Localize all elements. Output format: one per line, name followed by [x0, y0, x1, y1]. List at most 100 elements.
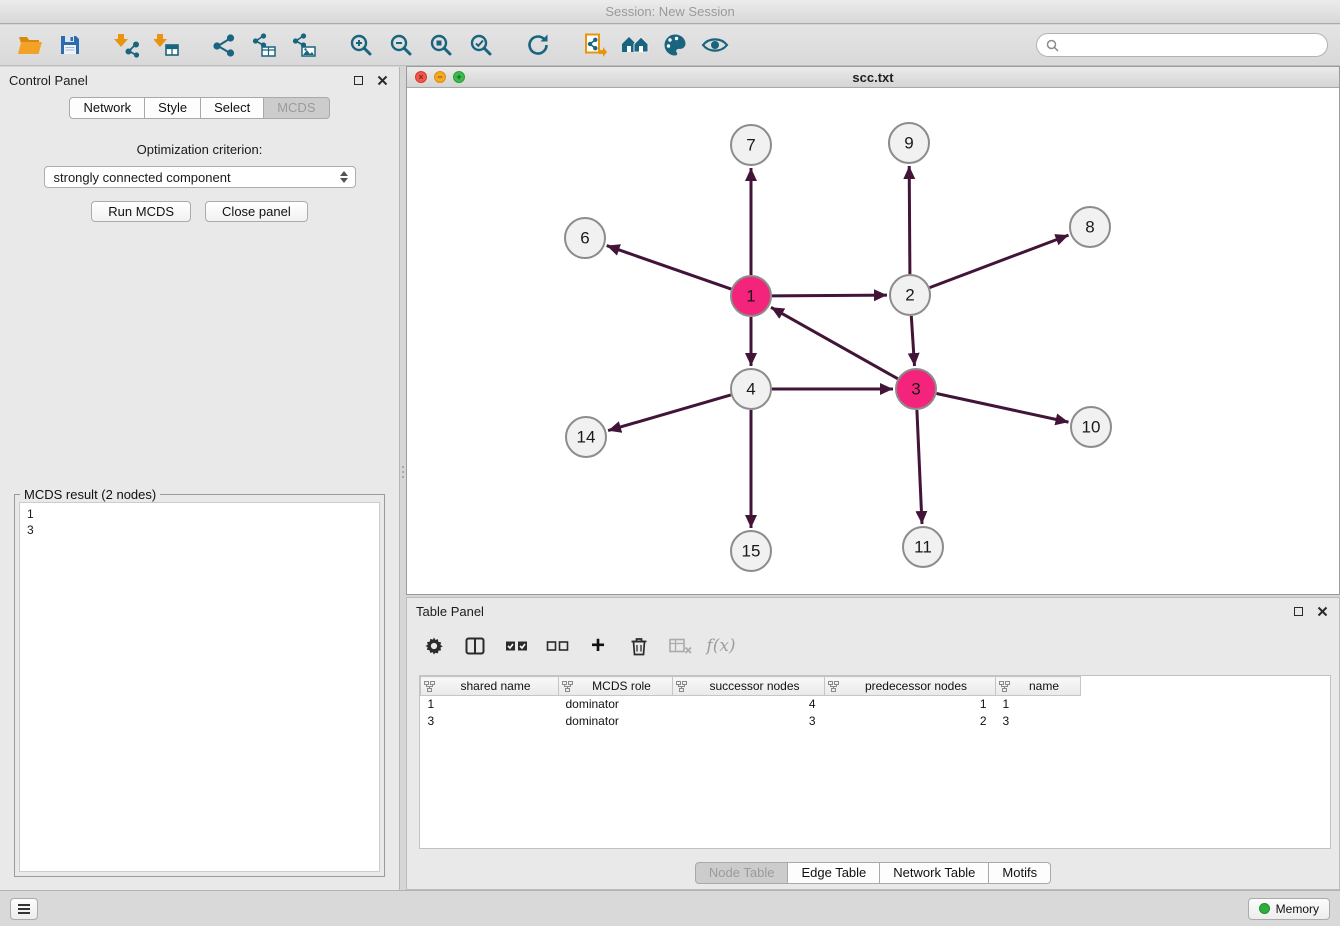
cell-name[interactable]: 1	[996, 696, 1081, 713]
new-network-button[interactable]	[204, 27, 244, 63]
close-table-panel-button[interactable]	[1314, 603, 1330, 619]
tab-motifs[interactable]: Motifs	[989, 862, 1051, 884]
float-table-panel-button[interactable]	[1290, 603, 1306, 619]
run-mcds-button[interactable]: Run MCDS	[91, 201, 191, 222]
graph-edge-3-11[interactable]	[917, 410, 922, 524]
network-canvas[interactable]: 7 9 6 8 1 2 4 3 14 10 15 11	[407, 88, 1339, 593]
column-header-mcds-role[interactable]: MCDS role	[559, 677, 673, 696]
cell-predecessor-nodes[interactable]: 1	[825, 696, 996, 713]
graph-edge-3-1[interactable]	[771, 307, 898, 378]
criterion-dropdown[interactable]: strongly connected component	[44, 166, 356, 188]
memory-button[interactable]: Memory	[1248, 898, 1330, 920]
column-header-predecessor-nodes[interactable]: predecessor nodes	[825, 677, 996, 696]
open-style-button[interactable]	[655, 27, 695, 63]
import-network-button[interactable]	[107, 27, 147, 63]
close-window-button[interactable]: ×	[415, 71, 427, 83]
table-settings-button[interactable]	[421, 633, 447, 659]
graph-edge-4-14[interactable]	[608, 395, 731, 431]
graph-node-11[interactable]: 11	[903, 527, 943, 567]
cell-successor-nodes[interactable]: 4	[673, 696, 825, 713]
table-row[interactable]: 1 dominator 4 1 1	[421, 696, 1081, 713]
tab-mcds[interactable]: MCDS	[264, 97, 329, 119]
graph-node-14[interactable]: 14	[566, 417, 606, 457]
graph-edge-1-6[interactable]	[607, 246, 732, 290]
graph-node-3[interactable]: 3	[896, 369, 936, 409]
column-header-name[interactable]: name	[996, 677, 1081, 696]
float-control-panel-button[interactable]	[350, 72, 366, 88]
graph-node-label: 8	[1085, 217, 1094, 236]
copy-network-icon	[582, 32, 608, 58]
function-icon: f(x)	[706, 636, 735, 656]
column-type-icon	[828, 681, 839, 695]
copy-network-button[interactable]	[575, 27, 615, 63]
graph-node-6[interactable]: 6	[565, 218, 605, 258]
zoom-window-button[interactable]: +	[453, 71, 465, 83]
column-header-successor-nodes[interactable]: successor nodes	[673, 677, 825, 696]
search-box[interactable]	[1036, 33, 1328, 57]
close-control-panel-button[interactable]	[374, 72, 390, 88]
cell-mcds-role[interactable]: dominator	[559, 713, 673, 730]
save-icon	[58, 33, 82, 57]
zoom-selected-button[interactable]	[461, 27, 501, 63]
select-all-rows-button[interactable]	[503, 633, 529, 659]
delete-columns-button[interactable]	[626, 633, 652, 659]
graph-edge-2-3[interactable]	[911, 316, 914, 366]
graph-node-4[interactable]: 4	[731, 369, 771, 409]
close-panel-button[interactable]: Close panel	[205, 201, 308, 222]
minimize-window-button[interactable]: −	[434, 71, 446, 83]
zoom-out-button[interactable]	[381, 27, 421, 63]
tab-node-table[interactable]: Node Table	[695, 862, 789, 884]
graph-node-1[interactable]: 1	[731, 276, 771, 316]
tab-network-table[interactable]: Network Table	[880, 862, 989, 884]
cell-predecessor-nodes[interactable]: 2	[825, 713, 996, 730]
save-session-button[interactable]	[50, 27, 90, 63]
toggle-column-panel-button[interactable]	[462, 633, 488, 659]
float-icon	[1294, 607, 1303, 616]
table-panel-header: Table Panel	[407, 598, 1339, 624]
mcds-result-list[interactable]: 1 3	[19, 502, 380, 872]
memory-status-icon	[1259, 903, 1270, 914]
graph-edge-2-8[interactable]	[930, 235, 1069, 288]
graph-node-9[interactable]: 9	[889, 123, 929, 163]
show-hide-graphics-button[interactable]	[695, 27, 735, 63]
search-icon	[1046, 39, 1059, 52]
graph-edge-1-2[interactable]	[772, 295, 887, 296]
column-header-shared-name[interactable]: shared name	[421, 677, 559, 696]
tab-style[interactable]: Style	[145, 97, 201, 119]
apply-layout-button[interactable]	[518, 27, 558, 63]
delete-table-icon	[669, 637, 692, 655]
graph-node-label: 15	[742, 541, 761, 560]
graph-edge-3-10[interactable]	[937, 394, 1069, 423]
tab-select[interactable]: Select	[201, 97, 264, 119]
export-network-image-button[interactable]	[284, 27, 324, 63]
tab-network[interactable]: Network	[69, 97, 145, 119]
open-session-button[interactable]	[10, 27, 50, 63]
deselect-all-rows-button[interactable]	[544, 633, 570, 659]
graph-node-7[interactable]: 7	[731, 125, 771, 165]
graph-node-15[interactable]: 15	[731, 531, 771, 571]
graph-node-8[interactable]: 8	[1070, 207, 1110, 247]
column-type-icon	[424, 681, 435, 695]
cell-shared-name[interactable]: 3	[421, 713, 559, 730]
cell-successor-nodes[interactable]: 3	[673, 713, 825, 730]
add-column-button[interactable]: +	[585, 633, 611, 659]
search-input[interactable]	[1065, 38, 1318, 52]
graph-node-2[interactable]: 2	[890, 275, 930, 315]
import-table-button[interactable]	[147, 27, 187, 63]
graph-node-10[interactable]: 10	[1071, 407, 1111, 447]
zoom-in-button[interactable]	[341, 27, 381, 63]
criterion-selected-value: strongly connected component	[54, 170, 231, 185]
cell-name[interactable]: 3	[996, 713, 1081, 730]
table-panel-title: Table Panel	[416, 604, 1282, 619]
cell-shared-name[interactable]: 1	[421, 696, 559, 713]
task-list-button[interactable]	[10, 898, 38, 920]
cell-mcds-role[interactable]: dominator	[559, 696, 673, 713]
first-neighbors-button[interactable]	[615, 27, 655, 63]
tab-edge-table[interactable]: Edge Table	[788, 862, 880, 884]
table-row[interactable]: 3 dominator 3 2 3	[421, 713, 1081, 730]
table-tabs: Node Table Edge Table Network Table Moti…	[407, 862, 1339, 884]
zoom-fit-button[interactable]	[421, 27, 461, 63]
graph-edge-2-9[interactable]	[909, 166, 910, 274]
network-window-titlebar: × − + scc.txt	[407, 67, 1339, 88]
new-network-from-table-button[interactable]	[244, 27, 284, 63]
